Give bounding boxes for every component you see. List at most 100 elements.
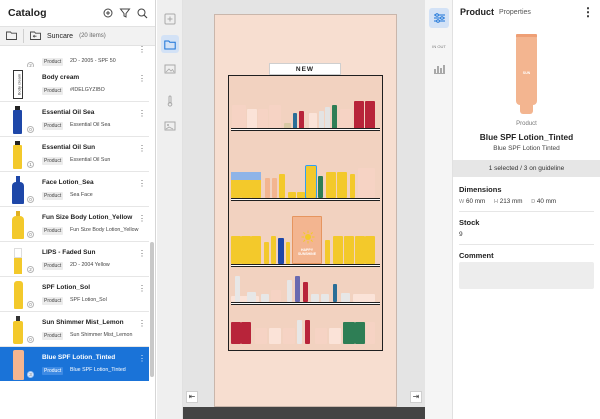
more-icon[interactable]: ⋮	[138, 110, 146, 118]
product-bottle[interactable]	[279, 174, 285, 198]
list-item[interactable]: 1 Essential Oil Sun Product Essential Oi…	[0, 137, 149, 172]
product-box[interactable]	[333, 236, 343, 264]
product-tag: Product	[42, 297, 64, 305]
product-tube[interactable]	[264, 242, 269, 264]
folder-back-icon[interactable]	[30, 27, 41, 45]
list-item[interactable]: 0 SPF Lotion_Sol Product SPF Lotion_Sol …	[0, 277, 149, 312]
product-box[interactable]	[231, 236, 241, 264]
product-box[interactable]	[355, 236, 365, 264]
product-tube[interactable]	[271, 236, 276, 264]
shelf[interactable]	[231, 198, 380, 201]
list-item[interactable]: 0 Sun Shimmer Mist_Lemon Product Sun Shi…	[0, 312, 149, 347]
more-icon[interactable]: ⋮	[138, 145, 146, 153]
tab-properties[interactable]: Properties	[499, 9, 531, 16]
more-icon[interactable]: ⋮	[138, 320, 146, 328]
product-box[interactable]	[315, 328, 327, 344]
planogram-canvas[interactable]: NEW HAPPY SUNSHINE ⇤ ⇥	[183, 0, 425, 419]
product-box[interactable]	[365, 236, 375, 264]
more-menu-icon[interactable]: ⋮	[582, 6, 594, 18]
add-icon[interactable]	[161, 10, 179, 28]
list-item[interactable]: Body cream Body cream Product #IDELGYZIB…	[0, 67, 149, 102]
product-bottle[interactable]	[350, 174, 355, 198]
more-icon[interactable]: ⋮	[138, 355, 146, 363]
list-item[interactable]: 0 Face Lotion_Sea Product Sea Face ⋮	[0, 172, 149, 207]
more-icon[interactable]: ⋮	[138, 46, 146, 54]
product-bottle[interactable]	[303, 282, 308, 302]
more-icon[interactable]: ⋮	[138, 215, 146, 223]
more-icon[interactable]: ⋮	[138, 250, 146, 258]
list-item-selected[interactable]: 3 Blue SPF Lotion_Tinted Product Blue SP…	[0, 347, 149, 381]
product-gift-box[interactable]: HAPPY SUNSHINE	[292, 216, 322, 264]
product-box[interactable]	[343, 322, 355, 344]
more-icon[interactable]: ⋮	[138, 285, 146, 293]
list-item[interactable]: 0 Essential Oil Sea Product Essential Oi…	[0, 102, 149, 137]
product-box[interactable]	[241, 236, 251, 264]
comment-input[interactable]	[459, 262, 594, 289]
product-selected-tinted[interactable]	[305, 165, 317, 199]
product-box[interactable]	[329, 328, 341, 344]
image-icon[interactable]	[161, 60, 179, 78]
sliders-icon[interactable]	[429, 8, 449, 28]
collapse-right-icon[interactable]: ⇥	[410, 391, 422, 403]
shelf[interactable]	[231, 128, 380, 131]
filter-icon[interactable]	[118, 6, 132, 20]
magic-select-icon[interactable]	[101, 6, 115, 20]
product-box[interactable]	[355, 322, 365, 344]
product-tube[interactable]	[265, 178, 270, 198]
product-box[interactable]	[255, 328, 267, 344]
folder-name[interactable]: Suncare	[47, 33, 73, 40]
folder-icon[interactable]	[161, 35, 179, 53]
product-box[interactable]	[353, 294, 375, 302]
product-jar[interactable]	[341, 293, 350, 302]
product-box[interactable]	[269, 328, 281, 344]
product-box[interactable]	[366, 322, 375, 344]
product-tube[interactable]	[318, 176, 323, 198]
product-box[interactable]	[283, 328, 295, 344]
search-settings-icon[interactable]	[135, 6, 149, 20]
temperature-icon[interactable]	[161, 92, 179, 110]
product-bottle[interactable]	[287, 280, 292, 302]
product-name: Sun Shimmer Mist_Lemon	[42, 319, 124, 326]
product-box[interactable]	[337, 172, 347, 198]
product-bottle[interactable]	[297, 320, 302, 344]
product-jar[interactable]	[247, 292, 256, 302]
more-icon[interactable]: ⋮	[138, 180, 146, 188]
list-item[interactable]: 0 Fun Size Body Lotion_Yellow Product Fu…	[0, 207, 149, 242]
tab-product[interactable]: Product	[460, 7, 494, 17]
shelf-row-1	[229, 76, 382, 131]
product-tube[interactable]	[325, 240, 330, 264]
list-item[interactable]: 2 LIPS - Faded Sun Product 2D - 2004 Yel…	[0, 242, 149, 277]
product-bottle[interactable]	[295, 276, 300, 302]
product-bottle[interactable]	[333, 284, 337, 302]
product-box[interactable]	[358, 168, 375, 198]
product-box[interactable]	[241, 322, 251, 344]
bar-chart-icon[interactable]	[429, 58, 449, 78]
collapse-left-icon[interactable]: ⇤	[186, 391, 198, 403]
cabinet-shelving[interactable]: HAPPY SUNSHINE	[228, 75, 383, 351]
product-box[interactable]	[251, 236, 261, 264]
product-jar[interactable]	[311, 294, 319, 302]
product-bottle[interactable]	[305, 320, 310, 344]
product-box[interactable]	[231, 322, 241, 344]
folder-icon[interactable]	[6, 27, 17, 45]
product-jar[interactable]	[261, 294, 269, 302]
product-box[interactable]	[365, 101, 375, 131]
product-tag: Product	[42, 227, 64, 235]
shelf[interactable]	[231, 302, 380, 305]
product-box[interactable]	[344, 236, 354, 264]
product-bottle[interactable]	[278, 238, 284, 264]
product-box[interactable]	[271, 290, 281, 302]
more-icon[interactable]: ⋮	[138, 75, 146, 83]
product-jar[interactable]	[321, 294, 329, 302]
shelf[interactable]	[231, 264, 380, 267]
product-box[interactable]	[354, 101, 364, 131]
placement-count-badge: 1	[27, 161, 34, 168]
product-bottle[interactable]	[235, 276, 240, 302]
catalog-panel: Catalog Suncare (20 items) 2 Product 2D …	[0, 0, 156, 419]
in-out-icon[interactable]: IN OUT	[429, 36, 449, 56]
product-tube[interactable]	[286, 242, 290, 264]
picture-icon[interactable]	[161, 117, 179, 135]
catalog-scrollbar[interactable]	[150, 242, 154, 377]
product-box[interactable]	[326, 172, 336, 198]
product-tube[interactable]	[272, 178, 277, 198]
